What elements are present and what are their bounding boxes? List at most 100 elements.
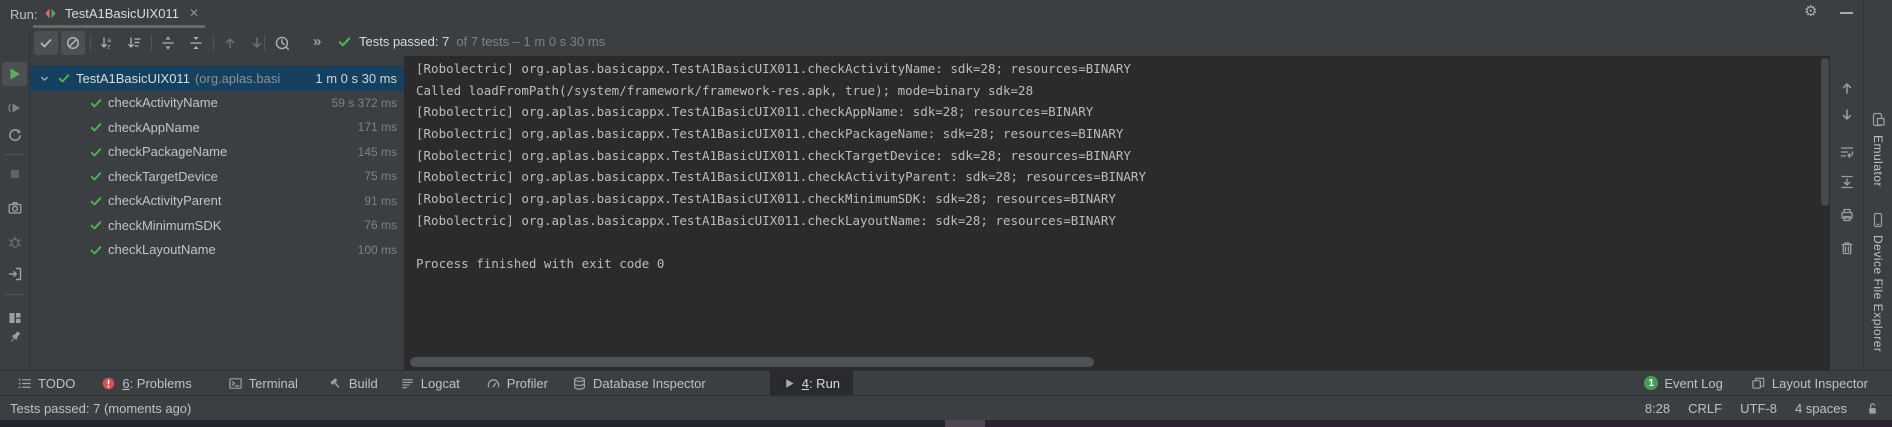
toolwindow-logcat[interactable]: Logcat: [400, 376, 460, 391]
console-actions-toolbar: [1831, 56, 1862, 370]
dock-item-label: Emulator: [1871, 135, 1885, 187]
run-tool-window: Run: TestA1BasicUIX011 ✕ ⚙ az: [0, 0, 1892, 427]
toolwindow-build[interactable]: Build: [328, 376, 378, 391]
console-line: [404, 232, 1830, 254]
event-log-button[interactable]: 1 Event Log: [1644, 376, 1723, 391]
collapse-all-button[interactable]: [184, 31, 208, 55]
show-ignored-button[interactable]: [61, 31, 85, 55]
console-line: [Robolectric] org.aplas.basicappx.TestA1…: [404, 166, 1830, 188]
tree-test-row[interactable]: checkActivityName 59 s 372 ms: [30, 91, 404, 116]
console-horizontal-scrollbar[interactable]: [410, 357, 1094, 367]
refresh-results-button[interactable]: [2, 123, 27, 147]
tests-passed-detail: of 7 tests – 1 m 0 s 30 ms: [456, 34, 605, 49]
bottom-edge-scroll-thumb[interactable]: [945, 420, 985, 427]
suite-package: (org.aplas.basi: [195, 71, 280, 86]
refresh-icon: [7, 127, 23, 143]
expand-all-button[interactable]: [156, 31, 180, 55]
console-line: Process finished with exit code 0: [404, 253, 1830, 275]
tree-test-row[interactable]: checkLayoutName 100 ms: [30, 238, 404, 263]
rerun-tests-button[interactable]: [2, 62, 27, 86]
scroll-down-button[interactable]: [1837, 105, 1857, 125]
profile-tests-button[interactable]: [2, 230, 27, 254]
layout-dashboard-icon: [7, 310, 23, 326]
sort-alphabetically-button[interactable]: az: [95, 31, 119, 55]
play-icon: [783, 377, 796, 390]
suite-duration: 1 m 0 s 30 ms: [307, 71, 397, 86]
scroll-up-button[interactable]: [1837, 78, 1857, 98]
stop-button[interactable]: [2, 162, 27, 186]
tree-test-row[interactable]: checkPackageName 145 ms: [30, 140, 404, 165]
check-icon: [38, 35, 54, 51]
chevron-down-icon[interactable]: [38, 72, 51, 85]
toolwindow-label: Logcat: [421, 376, 460, 391]
close-icon[interactable]: ✕: [189, 6, 199, 20]
more-actions-chevrons-icon[interactable]: »: [313, 33, 321, 50]
scroll-to-end-button[interactable]: [1837, 172, 1857, 192]
play-icon: [7, 66, 23, 82]
tree-test-row[interactable]: checkTargetDevice 75 ms: [30, 164, 404, 189]
file-encoding[interactable]: UTF-8: [1740, 401, 1777, 416]
test-summary: Tests passed: 7 of 7 tests – 1 m 0 s 30 …: [337, 34, 605, 49]
show-passed-button[interactable]: [34, 31, 58, 55]
next-failed-test-button[interactable]: [245, 31, 269, 55]
toolwindow-label: Layout Inspector: [1772, 376, 1868, 391]
toolwindow-problems[interactable]: 6: Problems: [101, 376, 191, 391]
pin-tab-button[interactable]: [2, 325, 27, 349]
screenshot-button[interactable]: [2, 196, 27, 220]
toolwindow-todo[interactable]: TODO: [17, 376, 75, 391]
tree-test-row[interactable]: checkAppName 171 ms: [30, 115, 404, 140]
test-duration: 76 ms: [356, 218, 397, 232]
caret-position[interactable]: 8:28: [1645, 401, 1670, 416]
test-name: checkActivityName: [108, 95, 218, 110]
tree-test-row[interactable]: checkMinimumSDK 76 ms: [30, 213, 404, 238]
indent-setting[interactable]: 4 spaces: [1795, 401, 1847, 416]
unlock-icon[interactable]: [1865, 401, 1880, 416]
rerun-failed-tests-button[interactable]: [2, 96, 27, 120]
test-passed-check-icon: [89, 243, 103, 257]
toolwindow-database-inspector[interactable]: Database Inspector: [572, 376, 706, 391]
arrow-into-door-icon: [7, 266, 23, 282]
toolwindow-profiler[interactable]: Profiler: [486, 376, 548, 391]
tree-root-row[interactable]: TestA1BasicUIX011 (org.aplas.basi 1 m 0 …: [30, 66, 404, 91]
previous-failed-test-button[interactable]: [218, 31, 242, 55]
minimize-icon[interactable]: [1840, 12, 1853, 14]
toolwindow-label: 6: Problems: [122, 376, 191, 391]
toolwindow-label: Event Log: [1664, 376, 1723, 391]
console-output[interactable]: [Robolectric] org.aplas.basicappx.TestA1…: [404, 56, 1830, 370]
arrow-up-icon: [1839, 80, 1855, 96]
clock-history-icon: [274, 35, 291, 52]
clear-all-button[interactable]: [1837, 238, 1857, 258]
run-tab[interactable]: TestA1BasicUIX011 ✕: [33, 0, 209, 26]
play-rerun-icon: [7, 100, 23, 116]
test-duration: 145 ms: [350, 145, 397, 159]
toolwindow-terminal[interactable]: Terminal: [228, 376, 298, 391]
android-test-run-config-icon: [43, 6, 58, 21]
expand-all-icon: [160, 35, 176, 51]
emulator-icon: [1870, 112, 1886, 128]
print-button[interactable]: [1837, 205, 1857, 225]
toolwindow-run-active[interactable]: 4: Run: [770, 371, 853, 395]
toolbar-divider: [264, 35, 265, 51]
tree-test-row[interactable]: checkActivityParent 91 ms: [30, 189, 404, 214]
layout-inspector-icon: [1751, 376, 1766, 391]
line-separator[interactable]: CRLF: [1688, 401, 1722, 416]
test-passed-check-icon: [89, 169, 103, 183]
test-history-button[interactable]: [270, 31, 294, 55]
console-vertical-scrollbar[interactable]: [1821, 58, 1829, 206]
dock-item-emulator[interactable]: Emulator: [1864, 112, 1892, 187]
device-icon: [1870, 212, 1886, 228]
scroll-to-end-icon: [1839, 174, 1855, 190]
dock-item-device-file-explorer[interactable]: Device File Explorer: [1864, 212, 1892, 352]
toolbar-divider: [151, 35, 152, 51]
test-duration: 100 ms: [350, 243, 397, 257]
sort-by-duration-button[interactable]: [122, 31, 146, 55]
soft-wrap-button[interactable]: [1837, 142, 1857, 162]
dock-item-label: Device File Explorer: [1871, 235, 1885, 352]
test-duration: 75 ms: [356, 169, 397, 183]
event-log-badge: 1: [1644, 376, 1658, 390]
attach-process-button[interactable]: [2, 262, 27, 286]
layout-inspector-button[interactable]: Layout Inspector: [1751, 376, 1868, 391]
bottom-edge-strip-right: [985, 420, 1892, 427]
gear-icon[interactable]: ⚙: [1804, 3, 1817, 21]
test-passed-check-icon: [89, 145, 103, 159]
